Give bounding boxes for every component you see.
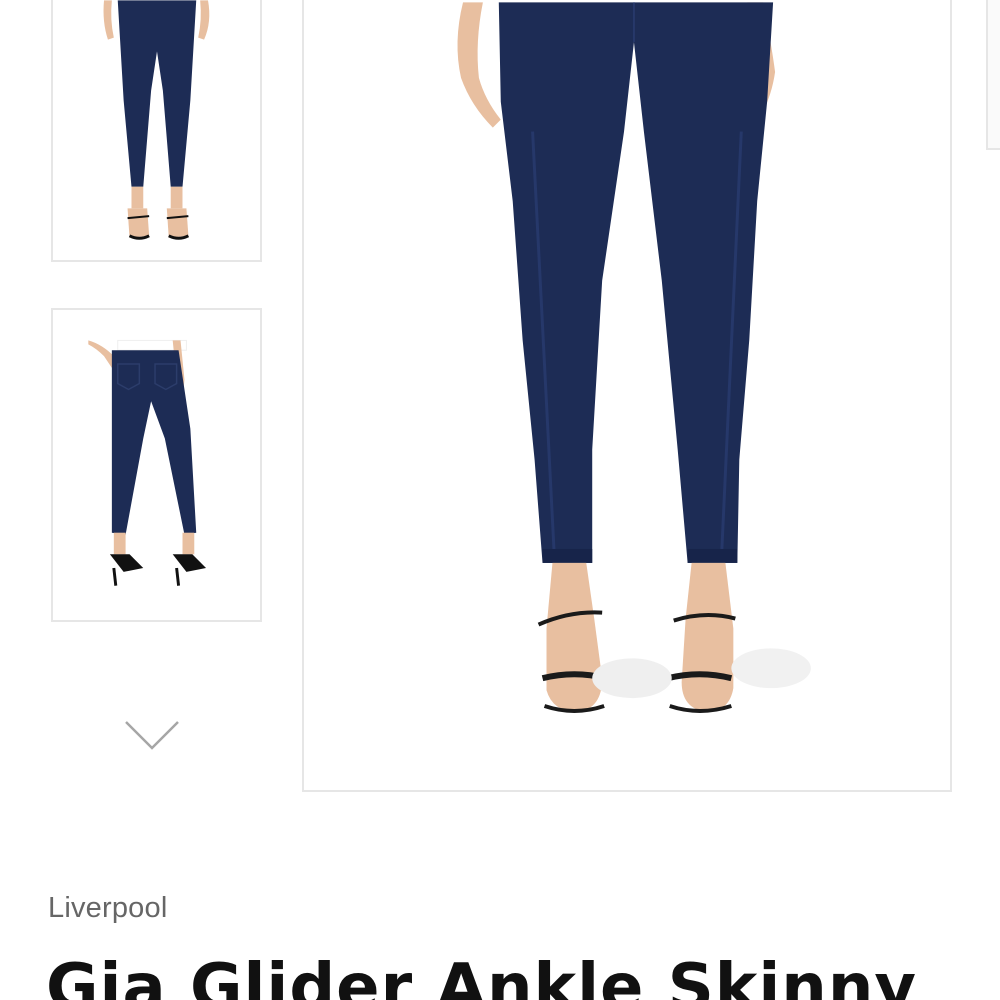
jeans-front-thumbnail-image xyxy=(53,0,260,260)
jeans-front-main-image xyxy=(304,0,950,790)
thumbnail-front[interactable] xyxy=(51,0,262,262)
product-page: Liverpool Gia Glider Ankle Skinny xyxy=(0,0,1000,1000)
main-product-image[interactable] xyxy=(302,0,952,792)
product-title: Gia Glider Ankle Skinny xyxy=(46,951,918,1000)
thumbnail-back[interactable] xyxy=(51,308,262,622)
product-brand[interactable]: Liverpool xyxy=(48,894,168,923)
jeans-back-thumbnail-image xyxy=(53,310,260,620)
chevron-down-icon xyxy=(125,721,179,750)
next-image-edge xyxy=(986,0,1000,150)
thumbnails-next-button[interactable] xyxy=(122,714,182,758)
